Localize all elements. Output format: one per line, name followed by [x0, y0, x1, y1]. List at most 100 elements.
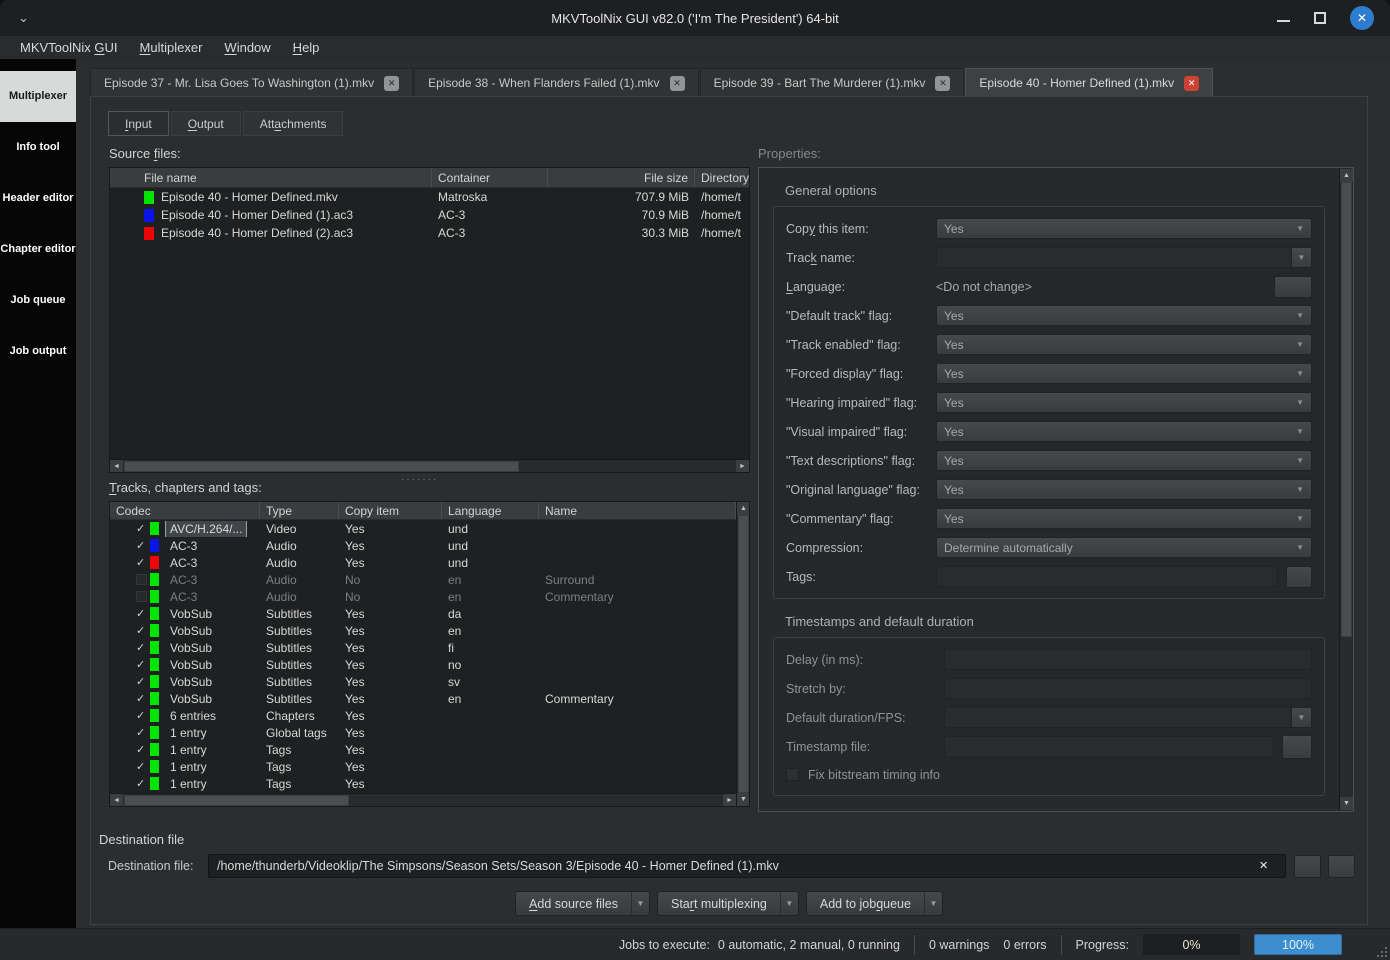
add-to-job-queue-button[interactable]: Add to job queue ▼ — [806, 891, 943, 916]
track-row[interactable]: ✓ VobSub Subtitles Yes en — [110, 622, 736, 639]
track-checkbox[interactable] — [136, 574, 147, 585]
flag-dropdown[interactable]: Yes▼ — [936, 392, 1312, 413]
flag-dropdown[interactable]: Yes▼ — [936, 421, 1312, 442]
track-row[interactable]: ✓ VobSub Subtitles Yes no — [110, 656, 736, 673]
copy-this-item-dropdown[interactable]: Yes▼ — [936, 218, 1312, 239]
chevron-down-icon[interactable]: ▼ — [925, 892, 942, 915]
file-tab[interactable]: Episode 40 - Homer Defined (1).mkv ✕ — [965, 68, 1213, 97]
track-row[interactable]: ✓ VobSub Subtitles Yes sv — [110, 673, 736, 690]
column-container[interactable]: Container — [432, 168, 548, 187]
track-checkbox[interactable]: ✓ — [136, 726, 150, 739]
track-checkbox[interactable]: ✓ — [136, 692, 150, 705]
file-tab[interactable]: Episode 39 - Bart The Murderer (1).mkv ✕ — [700, 68, 965, 97]
delay-input[interactable] — [944, 649, 1312, 670]
scroll-down-icon[interactable]: ▼ — [737, 793, 750, 806]
chevron-down-icon[interactable]: ⌄ — [18, 10, 29, 26]
tab-close-icon[interactable]: ✕ — [1184, 76, 1199, 91]
destination-browse-button[interactable] — [1294, 855, 1321, 878]
scrollbar-thumb[interactable] — [124, 795, 349, 806]
tags-browse-button[interactable] — [1286, 566, 1312, 588]
maximize-button[interactable] — [1314, 12, 1326, 24]
track-checkbox[interactable]: ✓ — [136, 556, 150, 569]
minimize-button[interactable] — [1277, 20, 1290, 22]
start-multiplexing-button[interactable]: Start multiplexing ▼ — [657, 891, 799, 916]
file-tab[interactable]: Episode 38 - When Flanders Failed (1).mk… — [414, 68, 698, 97]
track-checkbox[interactable]: ✓ — [136, 624, 150, 637]
scroll-left-icon[interactable]: ◄ — [110, 460, 123, 473]
flag-dropdown[interactable]: Yes▼ — [936, 305, 1312, 326]
stretch-by-input[interactable] — [944, 678, 1312, 699]
track-row[interactable]: AC-3 Audio No en Commentary — [110, 588, 736, 605]
track-row[interactable]: ✓ AC-3 Audio Yes und — [110, 554, 736, 571]
source-files-hscrollbar[interactable]: ◄ ► — [110, 459, 749, 472]
timestamp-file-browse-button[interactable] — [1282, 735, 1312, 759]
menu-item[interactable]: Help — [282, 38, 331, 57]
pane-tab[interactable]: Output — [171, 111, 241, 136]
sidebar-item[interactable]: Header editor — [0, 173, 76, 224]
chevron-down-icon[interactable]: ▼ — [1291, 708, 1311, 727]
timestamp-file-input[interactable] — [944, 736, 1274, 757]
source-file-row[interactable]: Episode 40 - Homer Defined.mkv Matroska … — [110, 188, 749, 206]
track-row[interactable]: ✓ AVC/H.264/... Video Yes und — [110, 520, 736, 537]
track-row[interactable]: ✓ 1 entry Global tags Yes — [110, 724, 736, 741]
scroll-left-icon[interactable]: ◄ — [110, 794, 123, 807]
column-file-name[interactable]: File name — [110, 168, 432, 187]
tracks-hscrollbar[interactable]: ◄ ► — [110, 793, 736, 806]
track-row[interactable]: ✓ 1 entry Tags Yes — [110, 758, 736, 775]
scroll-right-icon[interactable]: ► — [723, 794, 736, 807]
chevron-down-icon[interactable]: ▼ — [1291, 248, 1311, 267]
destination-file-input[interactable]: /home/thunderb/Videoklip/The Simpsons/Se… — [208, 854, 1286, 878]
properties-vscrollbar[interactable]: ▲ ▼ — [1339, 169, 1352, 810]
column-language[interactable]: Language — [442, 502, 539, 519]
scroll-right-icon[interactable]: ► — [736, 460, 749, 473]
track-row[interactable]: ✓ 1 entry Tags Yes — [110, 741, 736, 758]
flag-dropdown[interactable]: Yes▼ — [936, 508, 1312, 529]
column-name[interactable]: Name — [539, 502, 736, 519]
source-file-row[interactable]: Episode 40 - Homer Defined (2).ac3 AC-3 … — [110, 224, 749, 242]
default-duration-combo[interactable]: ▼ — [944, 707, 1312, 728]
scrollbar-thumb[interactable] — [738, 515, 749, 793]
scrollbar-thumb[interactable] — [1341, 182, 1352, 637]
menu-item[interactable]: Multiplexer — [129, 38, 214, 57]
flag-dropdown[interactable]: Yes▼ — [936, 479, 1312, 500]
track-checkbox[interactable]: ✓ — [136, 675, 150, 688]
flag-dropdown[interactable]: Yes▼ — [936, 363, 1312, 384]
add-source-files-button[interactable]: Add source files ▼ — [515, 891, 650, 916]
close-button[interactable]: ✕ — [1350, 6, 1374, 30]
track-row[interactable]: AC-3 Audio No en Surround — [110, 571, 736, 588]
track-checkbox[interactable]: ✓ — [136, 607, 150, 620]
track-name-combo[interactable]: ▼ — [936, 247, 1312, 268]
track-row[interactable]: ✓ VobSub Subtitles Yes fi — [110, 639, 736, 656]
track-row[interactable]: ✓ AC-3 Audio Yes und — [110, 537, 736, 554]
column-directory[interactable]: Directory — [695, 168, 749, 187]
scroll-up-icon[interactable]: ▲ — [1340, 169, 1353, 182]
splitter-handle[interactable] — [401, 474, 438, 485]
tracks-vscrollbar[interactable]: ▲ ▼ — [736, 502, 749, 806]
track-checkbox[interactable]: ✓ — [136, 760, 150, 773]
track-row[interactable]: ✓ VobSub Subtitles Yes en Commentary — [110, 690, 736, 707]
scrollbar-thumb[interactable] — [124, 461, 519, 472]
track-checkbox[interactable] — [136, 591, 147, 602]
pane-tab[interactable]: Attachments — [243, 111, 344, 136]
language-edit-button[interactable] — [1274, 276, 1312, 298]
track-checkbox[interactable]: ✓ — [136, 539, 150, 552]
file-tab[interactable]: Episode 37 - Mr. Lisa Goes To Washington… — [90, 68, 413, 97]
menu-item[interactable]: Window — [213, 38, 281, 57]
tags-input[interactable] — [936, 566, 1278, 587]
track-checkbox[interactable]: ✓ — [136, 658, 150, 671]
scroll-down-icon[interactable]: ▼ — [1340, 797, 1353, 810]
sidebar-item[interactable]: Chapter editor — [0, 224, 76, 275]
flag-dropdown[interactable]: Yes▼ — [936, 450, 1312, 471]
destination-options-button[interactable] — [1328, 855, 1355, 878]
track-row[interactable]: ✓ 6 entries Chapters Yes — [110, 707, 736, 724]
column-type[interactable]: Type — [260, 502, 339, 519]
sidebar-item[interactable]: Multiplexer — [0, 71, 76, 122]
chevron-down-icon[interactable]: ▼ — [632, 892, 649, 915]
tab-close-icon[interactable]: ✕ — [935, 76, 950, 91]
sidebar-item[interactable]: Job queue — [0, 275, 76, 326]
sidebar-item[interactable]: Info tool — [0, 122, 76, 173]
track-checkbox[interactable]: ✓ — [136, 522, 150, 535]
track-checkbox[interactable]: ✓ — [136, 743, 150, 756]
pane-tab[interactable]: Input — [108, 111, 169, 136]
scroll-up-icon[interactable]: ▲ — [737, 502, 750, 515]
